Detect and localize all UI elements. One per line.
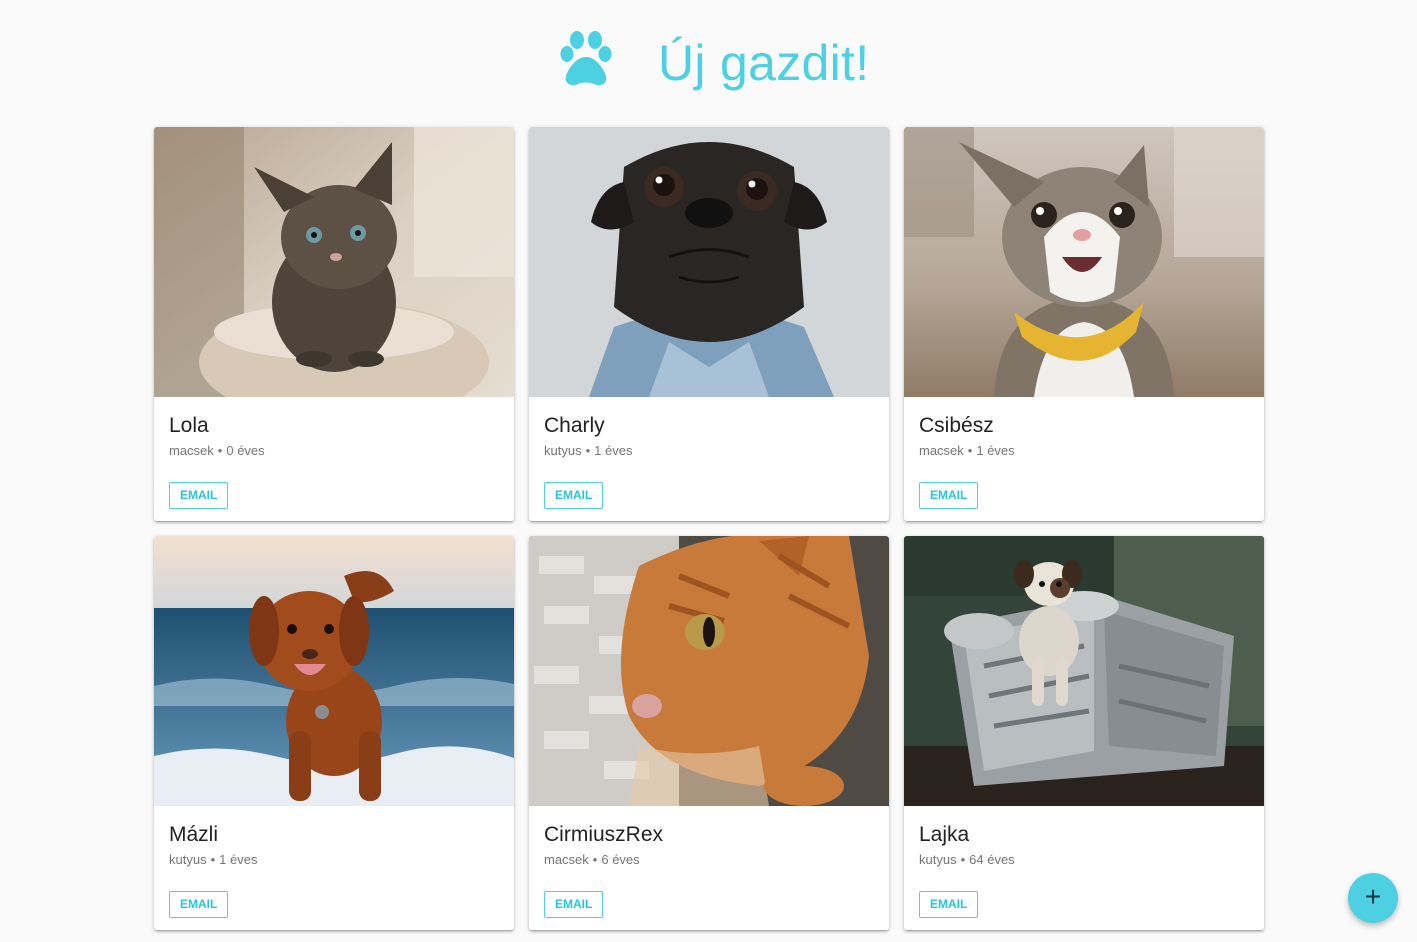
pet-photo xyxy=(904,127,1264,397)
pet-meta: macsek • 1 éves xyxy=(919,443,1015,459)
pet-type: kutyus xyxy=(544,443,582,458)
plus-icon: + xyxy=(1364,881,1382,912)
pet-photo xyxy=(529,536,889,806)
meta-separator: • xyxy=(967,443,973,458)
paw-icon xyxy=(560,31,612,86)
pet-age: 1 éves xyxy=(594,443,633,458)
page-title: Új gazdit! xyxy=(658,35,870,91)
pet-type: macsek xyxy=(919,443,964,458)
pet-age: 0 éves xyxy=(226,443,265,458)
email-button[interactable]: EMAIL xyxy=(544,482,604,509)
pet-meta: macsek • 0 éves xyxy=(169,443,265,459)
email-button[interactable]: EMAIL xyxy=(919,891,979,918)
pet-card: Mázli kutyus • 1 éves EMAIL xyxy=(154,536,514,930)
pet-name: Mázli xyxy=(169,823,219,846)
pet-grid: Lola macsek • 0 éves EMAIL Charly kutyus… xyxy=(154,127,1264,930)
page-header: Új gazdit! xyxy=(0,0,1417,127)
pet-card: Charly kutyus • 1 éves EMAIL xyxy=(529,127,889,521)
pet-name: Lola xyxy=(169,414,209,437)
pet-photo xyxy=(154,127,514,397)
pet-name: CirmiuszRex xyxy=(544,823,664,846)
pet-name: Csibész xyxy=(919,414,994,437)
pet-meta: kutyus • 1 éves xyxy=(544,443,632,459)
pet-name: Charly xyxy=(544,414,605,437)
pet-type: macsek xyxy=(169,443,214,458)
pet-card: Lola macsek • 0 éves EMAIL xyxy=(154,127,514,521)
email-button[interactable]: EMAIL xyxy=(169,891,229,918)
pet-meta: macsek • 6 éves xyxy=(544,852,640,868)
pet-photo xyxy=(904,536,1264,806)
email-button[interactable]: EMAIL xyxy=(544,891,604,918)
add-pet-button[interactable]: + xyxy=(1348,873,1398,923)
pet-age: 1 éves xyxy=(219,852,258,867)
pet-card: Lajka kutyus • 64 éves EMAIL xyxy=(904,536,1264,930)
pet-age: 64 éves xyxy=(969,852,1015,867)
meta-separator: • xyxy=(592,852,598,867)
pet-photo xyxy=(154,536,514,806)
pet-type: kutyus xyxy=(169,852,207,867)
pet-age: 6 éves xyxy=(601,852,640,867)
email-button[interactable]: EMAIL xyxy=(169,482,229,509)
pet-age: 1 éves xyxy=(976,443,1015,458)
pet-card: CirmiuszRex macsek • 6 éves EMAIL xyxy=(529,536,889,930)
meta-separator: • xyxy=(585,443,591,458)
meta-separator: • xyxy=(210,852,216,867)
meta-separator: • xyxy=(960,852,966,867)
pet-name: Lajka xyxy=(919,823,970,846)
pet-card: Csibész macsek • 1 éves EMAIL xyxy=(904,127,1264,521)
pet-meta: kutyus • 64 éves xyxy=(919,852,1015,868)
meta-separator: • xyxy=(217,443,223,458)
pet-photo xyxy=(529,127,889,397)
pet-type: kutyus xyxy=(919,852,957,867)
email-button[interactable]: EMAIL xyxy=(919,482,979,509)
pet-type: macsek xyxy=(544,852,589,867)
pet-meta: kutyus • 1 éves xyxy=(169,852,257,868)
